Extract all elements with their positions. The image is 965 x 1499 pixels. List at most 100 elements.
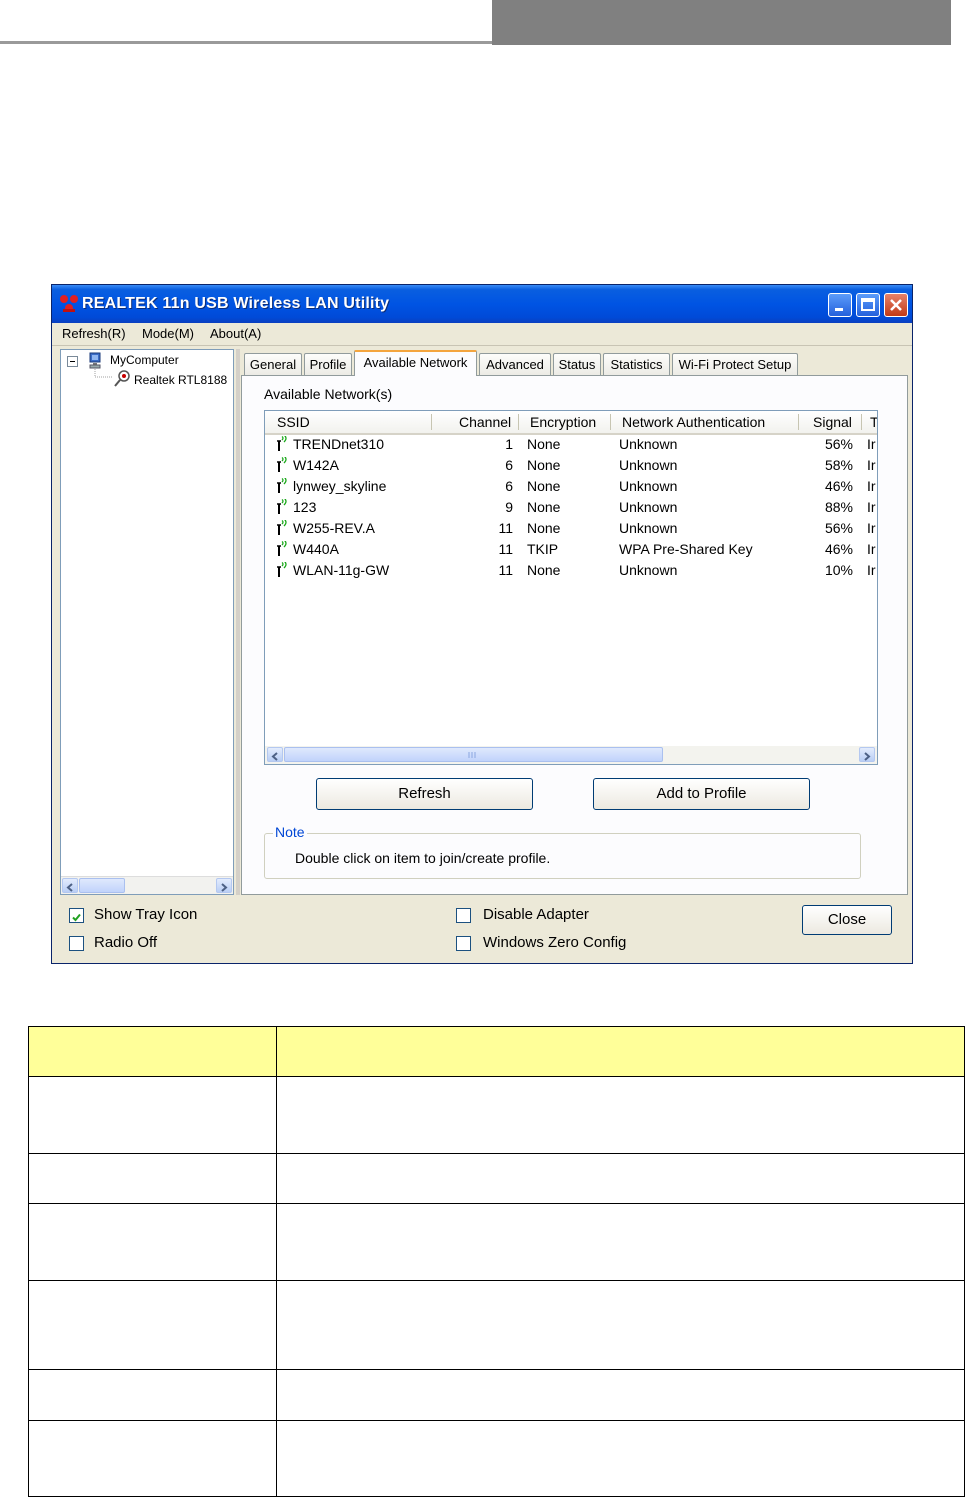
table-cell [276, 1076, 965, 1154]
panel-title: Available Network(s) [264, 386, 393, 402]
table-row [28, 1076, 965, 1154]
column-signal[interactable]: Signal [813, 414, 852, 430]
title-bar[interactable]: REALTEK 11n USB Wireless LAN Utility [52, 285, 912, 323]
cell-authentication: Unknown [619, 562, 678, 578]
cell-channel: 1 [505, 436, 513, 452]
radio-off-label[interactable]: Radio Off [94, 934, 157, 951]
show-tray-icon-checkbox[interactable] [69, 908, 84, 923]
table-cell [28, 1369, 277, 1421]
list-item[interactable]: W440A 11 TKIP WPA Pre-Shared Key 46% Ir [265, 540, 877, 561]
refresh-button[interactable]: Refresh [316, 778, 533, 810]
tree-horizontal-scrollbar[interactable] [61, 876, 233, 894]
utility-window: REALTEK 11n USB Wireless LAN Utility Ref… [51, 284, 913, 964]
column-divider[interactable] [610, 414, 611, 430]
column-channel[interactable]: Channel [459, 414, 511, 430]
tree-item-adapter[interactable]: Realtek RTL8188 [134, 373, 227, 387]
column-network-authentication[interactable]: Network Authentication [622, 414, 765, 430]
cell-authentication: Unknown [619, 436, 678, 452]
window-title: REALTEK 11n USB Wireless LAN Utility [82, 295, 390, 312]
table-header-cell [28, 1026, 277, 1077]
list-item[interactable]: W255-REV.A 11 None Unknown 56% Ir [265, 519, 877, 540]
radio-off-checkbox[interactable] [69, 936, 84, 951]
cell-encryption: None [527, 499, 561, 515]
list-item[interactable]: WLAN-11g-GW 11 None Unknown 10% Ir [265, 561, 877, 582]
tab-advanced[interactable]: Advanced [479, 353, 551, 375]
tab-wifi-protect-setup[interactable]: Wi-Fi Protect Setup [672, 353, 798, 375]
scroll-right-button[interactable] [859, 747, 875, 762]
cell-type: Ir [867, 457, 876, 473]
windows-zero-config-label[interactable]: Windows Zero Config [483, 934, 626, 951]
cell-encryption: None [527, 457, 561, 473]
cell-authentication: Unknown [619, 520, 678, 536]
cell-type: Ir [867, 562, 876, 578]
tab-general[interactable]: General [244, 353, 302, 375]
disable-adapter-checkbox[interactable] [456, 908, 471, 923]
minimize-button[interactable] [828, 293, 852, 317]
tab-available-network[interactable]: Available Network [354, 350, 477, 376]
wireless-signal-icon [277, 541, 287, 556]
table-header-cell [276, 1026, 965, 1077]
list-item[interactable]: 123 9 None Unknown 88% Ir [265, 498, 877, 519]
pane-splitter[interactable] [236, 349, 240, 895]
table-cell [276, 1420, 965, 1497]
column-ssid[interactable]: SSID [277, 414, 310, 430]
show-tray-icon-label[interactable]: Show Tray Icon [94, 906, 197, 923]
column-divider[interactable] [518, 414, 519, 430]
table-cell [28, 1280, 277, 1370]
table-header-row [28, 1026, 965, 1077]
cell-authentication: WPA Pre-Shared Key [619, 541, 753, 557]
chevron-right-icon [864, 752, 871, 761]
list-item[interactable]: lynwey_skyline 6 None Unknown 46% Ir [265, 477, 877, 498]
close-button[interactable]: Close [802, 905, 892, 935]
scroll-left-button[interactable] [62, 878, 78, 893]
scroll-thumb[interactable] [284, 747, 663, 762]
menu-about[interactable]: About(A) [210, 326, 261, 341]
cell-type: Ir [867, 478, 876, 494]
cell-channel: 6 [505, 457, 513, 473]
maximize-button[interactable] [856, 293, 880, 317]
cell-signal: 56% [824, 520, 853, 536]
wireless-signal-icon [277, 457, 287, 472]
cell-ssid: TRENDnet310 [293, 436, 385, 452]
cell-encryption: None [527, 562, 561, 578]
tab-statistics[interactable]: Statistics [603, 353, 670, 375]
collapse-icon[interactable] [67, 356, 78, 367]
scroll-thumb[interactable] [79, 878, 125, 893]
column-divider[interactable] [431, 414, 432, 430]
table-cell [276, 1280, 965, 1370]
cell-ssid: WLAN-11g-GW [293, 562, 390, 578]
add-to-profile-button[interactable]: Add to Profile [593, 778, 810, 810]
column-divider[interactable] [798, 414, 799, 430]
note-legend: Note [273, 824, 307, 840]
network-list[interactable]: SSID Channel Encryption Network Authenti… [264, 410, 878, 765]
list-item[interactable]: W142A 6 None Unknown 58% Ir [265, 456, 877, 477]
menu-refresh[interactable]: Refresh(R) [62, 326, 126, 341]
windows-zero-config-checkbox[interactable] [456, 936, 471, 951]
cell-type: Ir [867, 436, 876, 452]
wireless-signal-icon [277, 499, 287, 514]
adapter-tree[interactable]: MyComputer Realtek RTL8188 [60, 349, 234, 895]
column-divider[interactable] [861, 414, 862, 430]
table-row [28, 1203, 965, 1281]
tab-profile[interactable]: Profile [304, 353, 352, 375]
column-encryption[interactable]: Encryption [530, 414, 596, 430]
available-network-panel: Available Network(s) SSID Channel Encryp… [241, 375, 908, 895]
checkmark-icon [72, 913, 81, 922]
close-window-button[interactable] [884, 293, 908, 317]
cell-signal: 46% [824, 478, 853, 494]
list-horizontal-scrollbar[interactable] [265, 746, 877, 764]
disable-adapter-label[interactable]: Disable Adapter [483, 906, 589, 923]
tab-status[interactable]: Status [553, 353, 601, 375]
wireless-signal-icon [277, 520, 287, 535]
menu-mode[interactable]: Mode(M) [142, 326, 194, 341]
column-type[interactable]: T [870, 414, 877, 430]
list-item[interactable]: TRENDnet310 1 None Unknown 56% Ir [265, 435, 877, 456]
maximize-icon [861, 298, 875, 311]
scroll-left-button[interactable] [267, 747, 283, 762]
tree-item-mycomputer[interactable]: MyComputer [110, 353, 179, 367]
note-groupbox: Note Double click on item to join/create… [264, 824, 861, 879]
list-header: SSID Channel Encryption Network Authenti… [265, 411, 877, 435]
scroll-right-button[interactable] [216, 878, 232, 893]
wireless-signal-icon [277, 436, 287, 451]
cell-ssid: 123 [293, 499, 317, 515]
